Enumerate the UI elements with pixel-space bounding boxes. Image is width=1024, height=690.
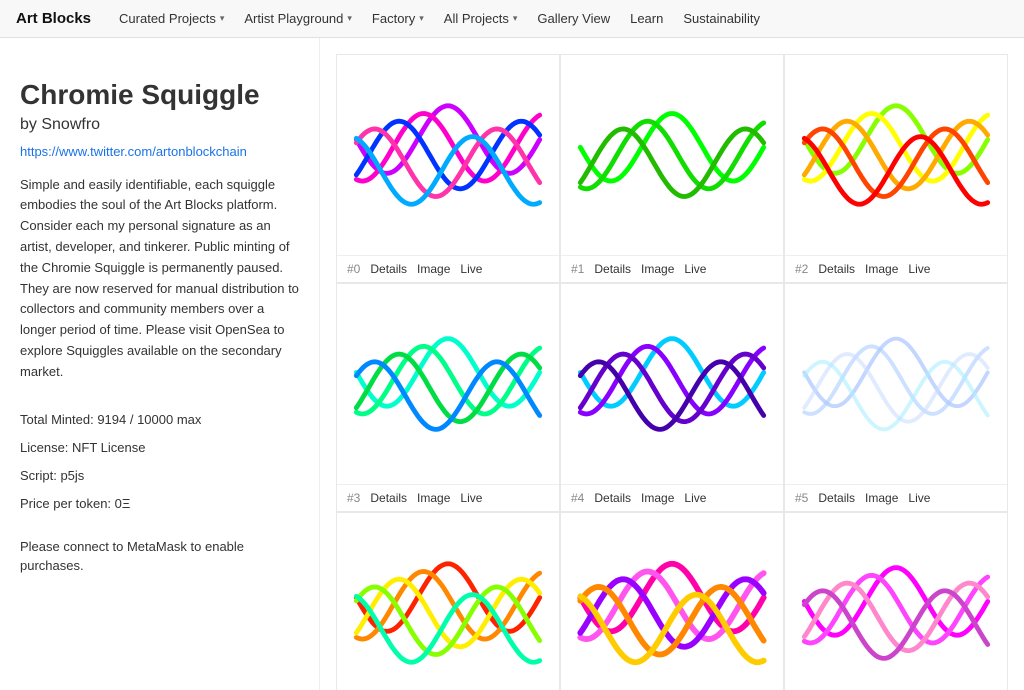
token-number: #3 xyxy=(347,491,360,505)
token-action-live[interactable]: Live xyxy=(908,262,930,276)
gallery-cell: #5 Details Image Live xyxy=(784,283,1008,512)
project-link[interactable]: https://www.twitter.com/artonblockchain xyxy=(20,144,299,159)
gallery-footer: #5 Details Image Live xyxy=(785,484,1007,511)
token-image xyxy=(561,513,783,690)
token-image xyxy=(785,55,1007,255)
chevron-down-icon: ▾ xyxy=(347,13,352,24)
token-image xyxy=(785,513,1007,690)
project-title: Chromie Squiggle xyxy=(20,78,299,112)
gallery-cell: #3 Details Image Live xyxy=(336,283,560,512)
token-number: #5 xyxy=(795,491,808,505)
token-action-image[interactable]: Image xyxy=(641,491,674,505)
project-author: by Snowfro xyxy=(20,116,299,134)
gallery-footer: #2 Details Image Live xyxy=(785,255,1007,282)
token-action-live[interactable]: Live xyxy=(908,491,930,505)
nav-item-curated-projects[interactable]: Curated Projects▾ xyxy=(109,0,234,38)
gallery-panel: #0 Details Image Live #1 Details Image Live #2 De… xyxy=(320,38,1024,690)
token-action-details[interactable]: Details xyxy=(370,262,407,276)
token-number: #1 xyxy=(571,262,584,276)
gallery-cell: #0 Details Image Live xyxy=(336,54,560,283)
gallery-footer: #1 Details Image Live xyxy=(561,255,783,282)
token-action-details[interactable]: Details xyxy=(594,491,631,505)
gallery-cell: #8DetailsImageLive xyxy=(784,512,1008,690)
token-action-details[interactable]: Details xyxy=(818,262,855,276)
chevron-down-icon: ▾ xyxy=(419,13,424,24)
script: Script: p5js xyxy=(20,463,299,489)
gallery-footer: #0 Details Image Live xyxy=(337,255,559,282)
connect-notice: Please connect to MetaMask to enable pur… xyxy=(20,537,299,576)
chevron-down-icon: ▾ xyxy=(220,13,225,24)
token-action-details[interactable]: Details xyxy=(818,491,855,505)
navbar: Art Blocks Curated Projects▾Artist Playg… xyxy=(0,0,1024,38)
token-image xyxy=(785,284,1007,484)
nav-item-gallery-view[interactable]: Gallery View xyxy=(527,0,620,38)
project-description: Simple and easily identifiable, each squ… xyxy=(20,175,299,383)
token-number: #4 xyxy=(571,491,584,505)
token-number: #0 xyxy=(347,262,360,276)
gallery-cell: #1 Details Image Live xyxy=(560,54,784,283)
token-action-details[interactable]: Details xyxy=(594,262,631,276)
token-number: #2 xyxy=(795,262,808,276)
token-action-image[interactable]: Image xyxy=(641,262,674,276)
nav-items: Curated Projects▾Artist Playground▾Facto… xyxy=(109,0,770,38)
token-image xyxy=(561,55,783,255)
gallery-grid: #0 Details Image Live #1 Details Image Live #2 De… xyxy=(336,54,1008,690)
gallery-cell: #2 Details Image Live xyxy=(784,54,1008,283)
price: Price per token: 0Ξ xyxy=(20,491,299,517)
token-action-live[interactable]: Live xyxy=(460,262,482,276)
license: License: NFT License xyxy=(20,435,299,461)
nav-item-all-projects[interactable]: All Projects▾ xyxy=(434,0,528,38)
gallery-cell: #6DetailsImageLive xyxy=(336,512,560,690)
nav-item-learn[interactable]: Learn xyxy=(620,0,673,38)
brand-logo[interactable]: Art Blocks xyxy=(16,10,91,27)
token-action-details[interactable]: Details xyxy=(370,491,407,505)
gallery-cell: #7DetailsImageLive xyxy=(560,512,784,690)
total-minted: Total Minted: 9194 / 10000 max xyxy=(20,407,299,433)
token-action-live[interactable]: Live xyxy=(684,491,706,505)
project-meta: Total Minted: 9194 / 10000 max License: … xyxy=(20,407,299,517)
gallery-footer: #3 Details Image Live xyxy=(337,484,559,511)
nav-item-artist-playground[interactable]: Artist Playground▾ xyxy=(234,0,362,38)
token-action-image[interactable]: Image xyxy=(865,262,898,276)
token-image xyxy=(337,55,559,255)
gallery-cell: #4 Details Image Live xyxy=(560,283,784,512)
token-action-live[interactable]: Live xyxy=(684,262,706,276)
token-action-live[interactable]: Live xyxy=(460,491,482,505)
left-panel: Chromie Squiggle by Snowfro https://www.… xyxy=(0,38,320,690)
token-image xyxy=(337,513,559,690)
token-action-image[interactable]: Image xyxy=(417,491,450,505)
token-image xyxy=(337,284,559,484)
nav-item-factory[interactable]: Factory▾ xyxy=(362,0,434,38)
main-layout: Chromie Squiggle by Snowfro https://www.… xyxy=(0,38,1024,690)
chevron-down-icon: ▾ xyxy=(513,13,518,24)
token-action-image[interactable]: Image xyxy=(865,491,898,505)
gallery-footer: #4 Details Image Live xyxy=(561,484,783,511)
nav-item-sustainability[interactable]: Sustainability xyxy=(673,0,770,38)
token-image xyxy=(561,284,783,484)
token-action-image[interactable]: Image xyxy=(417,262,450,276)
